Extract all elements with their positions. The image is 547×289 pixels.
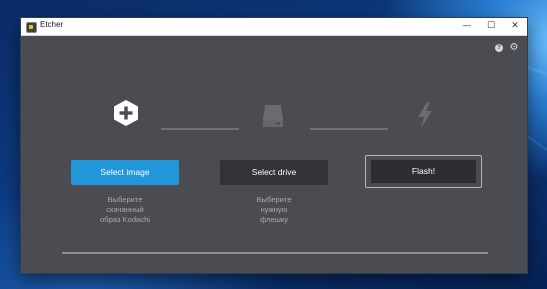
footer-divider xyxy=(62,252,488,254)
window-title: Etcher xyxy=(40,20,64,29)
lightning-icon xyxy=(418,102,432,128)
plus-hexagon-icon xyxy=(114,100,138,126)
select-drive-button[interactable]: Select drive xyxy=(220,160,328,185)
step-connector xyxy=(310,128,388,130)
title-bar: Etcher — ☐ ✕ xyxy=(21,18,527,36)
select-image-button[interactable]: Select image xyxy=(71,160,179,185)
main-content: ? ⚙ Select image Select drive Flash! Выб… xyxy=(21,35,527,273)
help-icon[interactable]: ? xyxy=(495,44,503,52)
select-image-caption: Выберите скачанный образ Kodachi xyxy=(100,195,150,224)
minimize-button[interactable]: — xyxy=(455,18,479,35)
flash-button-frame: Flash! xyxy=(365,155,482,188)
select-drive-caption: Выберите нужную флешку xyxy=(256,195,292,224)
drive-icon xyxy=(263,105,283,127)
etcher-app-icon xyxy=(26,22,37,33)
etcher-window: Etcher — ☐ ✕ ? ⚙ Select image Select dri… xyxy=(21,18,527,273)
flash-button[interactable]: Flash! xyxy=(371,160,476,183)
step-connector xyxy=(161,128,239,130)
close-button[interactable]: ✕ xyxy=(503,18,527,35)
gear-icon[interactable]: ⚙ xyxy=(509,43,519,53)
maximize-button[interactable]: ☐ xyxy=(479,18,503,35)
